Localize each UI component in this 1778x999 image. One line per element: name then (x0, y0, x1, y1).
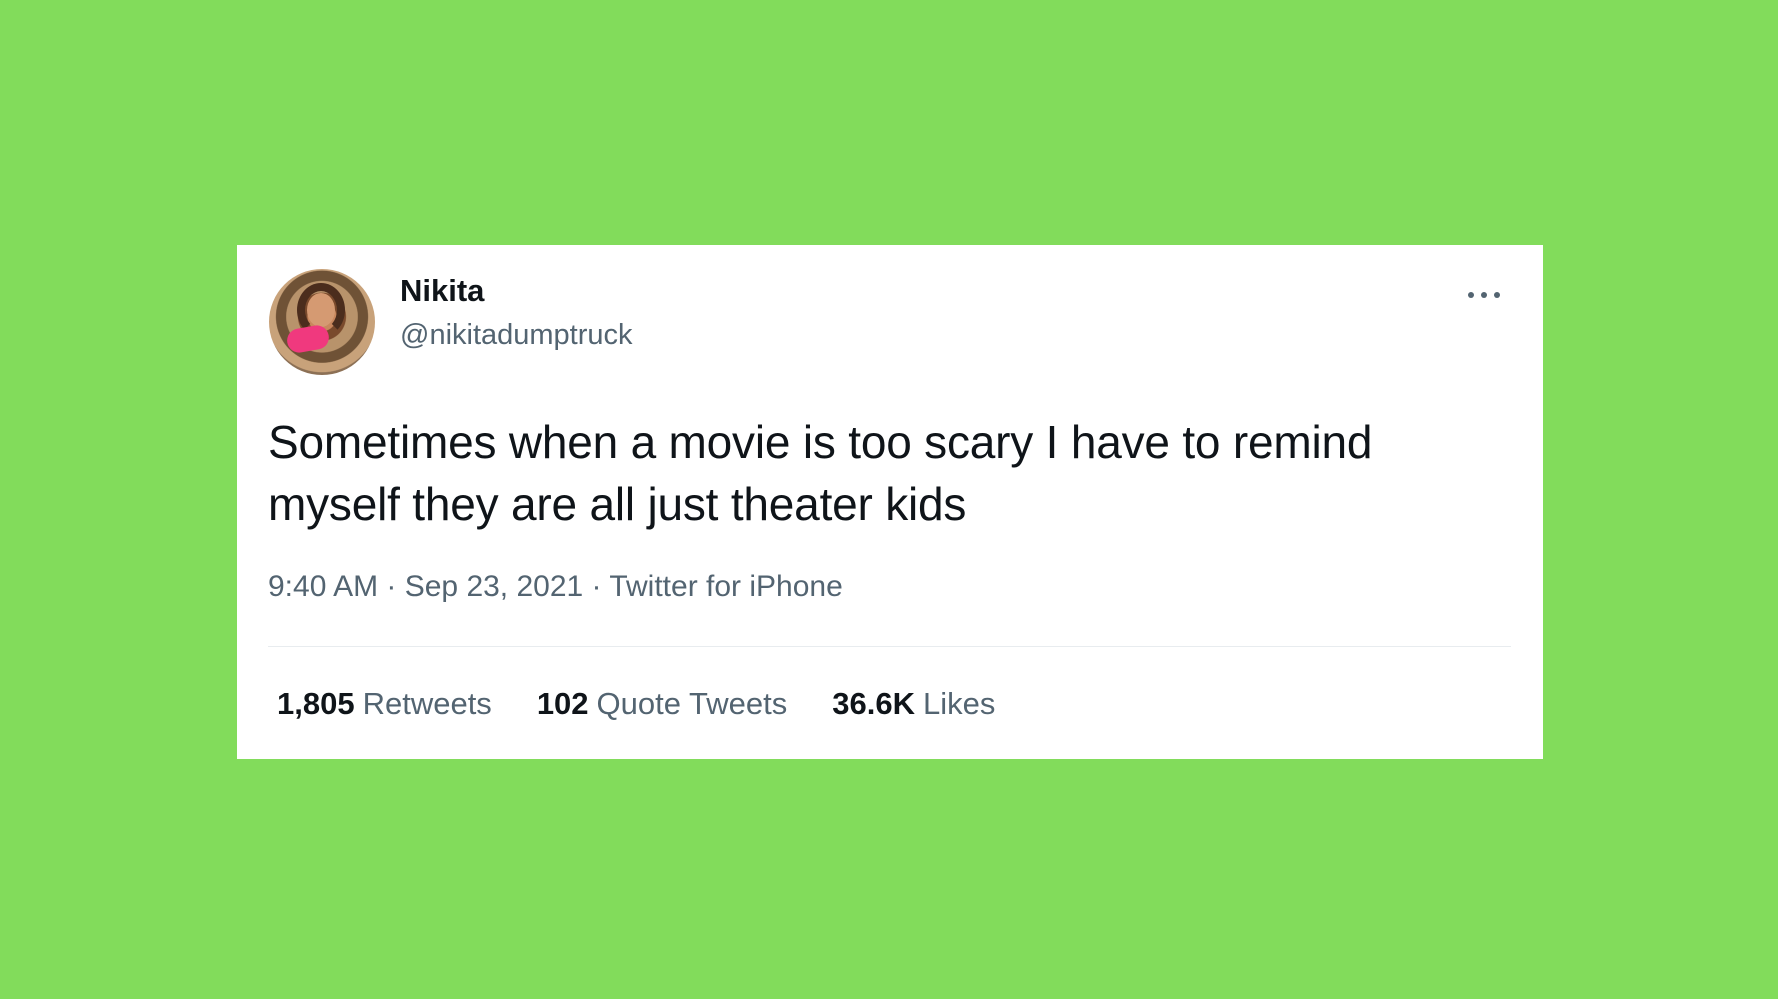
likes-count: 36.6K (832, 686, 915, 721)
author-avatar[interactable] (269, 269, 375, 375)
quote-tweets-stat[interactable]: 102 Quote Tweets (537, 688, 787, 719)
retweets-stat[interactable]: 1,805 Retweets (277, 688, 492, 719)
avatar-pink-top (285, 323, 331, 355)
more-options-icon[interactable] (1463, 285, 1505, 305)
page-background: Nikita @nikitadumptruck Sometimes when a… (0, 0, 1778, 999)
tweet-stats: 1,805 Retweets 102 Quote Tweets 36.6K Li… (277, 688, 995, 719)
retweets-label: Retweets (362, 686, 492, 721)
avatar-face (307, 293, 335, 327)
tweet-text-line-1: Sometimes when a movie is too scary I ha… (268, 416, 1373, 468)
stats-divider (268, 646, 1511, 647)
likes-label: Likes (923, 686, 996, 721)
likes-stat[interactable]: 36.6K Likes (832, 688, 995, 719)
retweets-count: 1,805 (277, 686, 355, 721)
author-name[interactable]: Nikita (400, 275, 484, 306)
author-handle[interactable]: @nikitadumptruck (400, 321, 633, 350)
quote-tweets-count: 102 (536, 686, 589, 721)
tweet-card: Nikita @nikitadumptruck Sometimes when a… (237, 245, 1543, 759)
quote-tweets-label: Quote Tweets (596, 686, 788, 721)
tweet-body: Sometimes when a movie is too scary I ha… (268, 411, 1498, 535)
tweet-text-line-2: myself they are all just theater kids (268, 478, 967, 530)
tweet-metadata[interactable]: 9:40 AM · Sep 23, 2021 · Twitter for iPh… (268, 572, 843, 602)
